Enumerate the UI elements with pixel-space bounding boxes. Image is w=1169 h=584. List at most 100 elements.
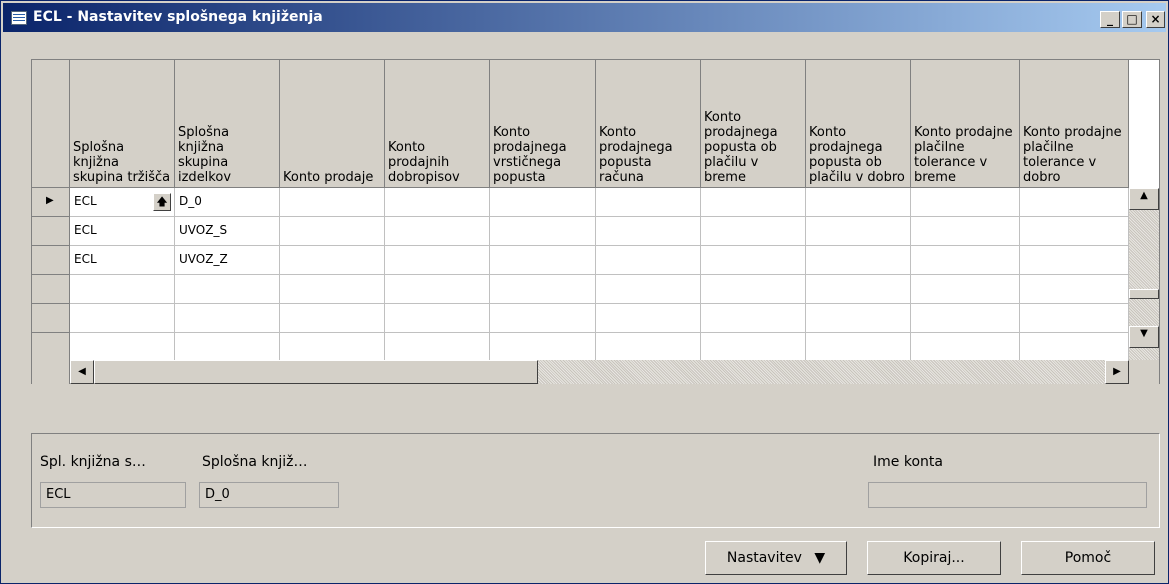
grid-cell[interactable] xyxy=(385,246,490,275)
grid-cell[interactable] xyxy=(280,217,385,246)
grid-cell[interactable] xyxy=(911,246,1020,275)
column-header[interactable]: Konto prodajnih dobropisov xyxy=(385,60,490,188)
grid-cell[interactable] xyxy=(490,246,596,275)
grid-cell[interactable] xyxy=(701,304,806,333)
row-selector[interactable]: ▶ xyxy=(32,188,70,217)
column-header[interactable]: Konto prodaje xyxy=(280,60,385,188)
row-selector[interactable] xyxy=(32,217,70,246)
grid-cell[interactable] xyxy=(385,304,490,333)
grid-cell[interactable] xyxy=(596,217,701,246)
horizontal-scrollbar[interactable]: ◀ ▶ xyxy=(70,360,1129,384)
grid-cell[interactable] xyxy=(701,333,806,362)
grid-cell[interactable] xyxy=(701,217,806,246)
grid-cell[interactable] xyxy=(1020,304,1129,333)
lookup-arrow-icon[interactable]: 🡅 xyxy=(153,193,171,211)
setup-button[interactable]: Nastavitev ▼ xyxy=(705,541,847,575)
column-header[interactable]: Splošna knjižna skupina izdelkov xyxy=(175,60,280,188)
grid-cell[interactable] xyxy=(806,246,911,275)
table-form-icon xyxy=(11,11,27,25)
grid-cell[interactable] xyxy=(806,304,911,333)
grid-cell[interactable] xyxy=(175,304,280,333)
column-header[interactable]: Konto prodajne plačilne tolerance v brem… xyxy=(911,60,1020,188)
column-header[interactable]: Konto prodajnega vrstičnega popusta xyxy=(490,60,596,188)
field1-input[interactable]: ECL xyxy=(40,482,186,508)
grid-cell[interactable] xyxy=(490,333,596,362)
horizontal-scroll-thumb[interactable] xyxy=(94,360,538,384)
grid-cell[interactable]: ECL xyxy=(70,246,175,275)
grid-cell[interactable] xyxy=(1020,217,1129,246)
row-selector[interactable] xyxy=(32,275,70,304)
grid-cell[interactable] xyxy=(175,275,280,304)
scroll-thumb[interactable] xyxy=(1129,289,1159,299)
field2-input[interactable]: D_0 xyxy=(199,482,339,508)
account-name-input[interactable] xyxy=(868,482,1147,508)
grid-cell[interactable] xyxy=(596,333,701,362)
scroll-right-arrow-icon[interactable]: ▶ xyxy=(1105,360,1129,384)
scroll-down-arrow-icon[interactable]: ▼ xyxy=(1129,326,1159,348)
grid-cell[interactable] xyxy=(70,304,175,333)
row-selector[interactable] xyxy=(32,333,70,362)
grid-cell[interactable] xyxy=(280,304,385,333)
grid-cell[interactable]: ECL 🡅 xyxy=(70,188,175,217)
grid-cell[interactable] xyxy=(911,217,1020,246)
grid-cell[interactable]: UVOZ_S xyxy=(175,217,280,246)
grid-cell[interactable] xyxy=(806,188,911,217)
grid-cell[interactable]: ECL xyxy=(70,217,175,246)
title-bar[interactable]: ECL - Nastavitev splošnega knjiženja _ □… xyxy=(3,3,1166,32)
grid-cell[interactable] xyxy=(490,188,596,217)
scroll-left-arrow-icon[interactable]: ◀ xyxy=(70,360,94,384)
grid-cell[interactable] xyxy=(1020,333,1129,362)
grid-cell[interactable] xyxy=(911,304,1020,333)
grid-cell[interactable] xyxy=(596,275,701,304)
grid-cell[interactable] xyxy=(280,188,385,217)
grid-cell[interactable] xyxy=(490,275,596,304)
grid-cell[interactable] xyxy=(701,188,806,217)
vertical-scrollbar[interactable]: ▲ ▼ xyxy=(1129,188,1159,378)
grid-cell[interactable] xyxy=(1020,275,1129,304)
grid-cell[interactable] xyxy=(806,217,911,246)
grid-cell[interactable] xyxy=(280,246,385,275)
grid-cell[interactable] xyxy=(701,246,806,275)
grid-cell[interactable] xyxy=(701,275,806,304)
grid-cell[interactable]: D_0 xyxy=(175,188,280,217)
grid-cell[interactable] xyxy=(490,217,596,246)
column-header-label: Konto prodajnih dobropisov xyxy=(388,140,460,185)
grid-cell[interactable] xyxy=(385,333,490,362)
grid-cell[interactable] xyxy=(280,333,385,362)
help-button[interactable]: Pomoč xyxy=(1021,541,1155,575)
column-header[interactable]: Konto prodajnega popusta računa xyxy=(596,60,701,188)
grid-cell[interactable] xyxy=(596,188,701,217)
grid-cell[interactable] xyxy=(806,333,911,362)
row-selector[interactable] xyxy=(32,246,70,275)
maximize-button[interactable]: □ xyxy=(1122,11,1142,28)
setup-grid[interactable]: Splošna knjižna skupina tržišča Splošna k… xyxy=(31,59,1160,384)
close-button[interactable]: × xyxy=(1146,11,1165,28)
grid-cell[interactable] xyxy=(806,275,911,304)
grid-cell[interactable] xyxy=(385,188,490,217)
column-header-label: Konto prodaje xyxy=(283,170,374,185)
grid-cell[interactable] xyxy=(385,217,490,246)
column-header[interactable]: Konto prodajnega popusta ob plačilu v do… xyxy=(806,60,911,188)
grid-cell[interactable] xyxy=(911,275,1020,304)
column-header[interactable]: Splošna knjižna skupina tržišča xyxy=(70,60,175,188)
grid-cell[interactable] xyxy=(385,275,490,304)
column-header[interactable]: Konto prodajnega popusta ob plačilu v br… xyxy=(701,60,806,188)
grid-cell[interactable] xyxy=(1020,246,1129,275)
row-selector[interactable] xyxy=(32,304,70,333)
copy-button[interactable]: Kopiraj... xyxy=(867,541,1001,575)
grid-cell[interactable] xyxy=(596,304,701,333)
grid-cell[interactable] xyxy=(175,333,280,362)
grid-cell[interactable] xyxy=(911,188,1020,217)
column-header[interactable]: Konto prodajne plačilne tolerance v dobr… xyxy=(1020,60,1129,188)
minimize-button[interactable]: _ xyxy=(1100,11,1120,28)
grid-cell[interactable] xyxy=(70,275,175,304)
grid-cell[interactable] xyxy=(1020,188,1129,217)
grid-cell[interactable] xyxy=(911,333,1020,362)
header-corner xyxy=(32,60,70,188)
grid-cell[interactable] xyxy=(490,304,596,333)
grid-cell[interactable] xyxy=(280,275,385,304)
grid-cell[interactable]: UVOZ_Z xyxy=(175,246,280,275)
grid-cell[interactable] xyxy=(596,246,701,275)
scroll-up-arrow-icon[interactable]: ▲ xyxy=(1129,188,1159,210)
grid-cell[interactable] xyxy=(70,333,175,362)
